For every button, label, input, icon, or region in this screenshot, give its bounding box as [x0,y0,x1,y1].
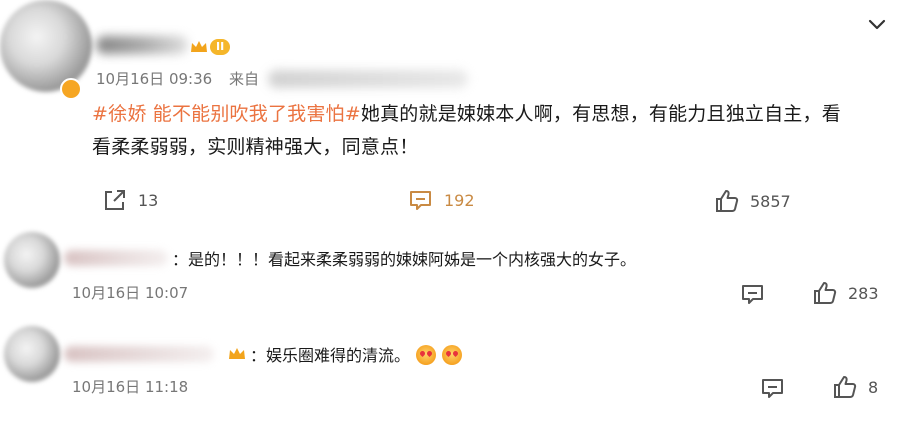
like-button[interactable]: 5857 [714,188,791,214]
avatar[interactable] [4,232,60,288]
vip-badge: II [190,38,234,56]
thumbs-up-icon [834,376,857,398]
heart-eyes-emoji-icon [416,345,437,365]
repost-count: 13 [138,190,159,210]
comment-icon [742,285,763,304]
hashtag-link[interactable]: #徐娇 能不能别吹我了我害怕# [92,103,361,125]
comment-body: 娱乐圈难得的清流。 [266,346,411,365]
comment-icon [762,379,783,398]
avatar[interactable] [0,0,92,92]
like-button[interactable]: 8 [832,374,878,400]
post-timestamp[interactable]: 10月16日 09:36 [96,70,212,88]
repost-button[interactable]: 13 [102,188,158,212]
post-content: #徐娇 能不能别吹我了我害怕#她真的就是娕娕本人啊，有思想，有能力且独立自主，看… [92,98,892,164]
comment-username[interactable] [64,346,214,362]
reply-button[interactable] [760,376,786,400]
comment-text: ：是的！！！看起来柔柔弱弱的娕娕阿姊是一个内核强大的女子。 [172,246,636,270]
comment-button[interactable]: 192 [408,188,475,212]
comment-timestamp: 10月16日 11:18 [72,378,189,396]
comment-count: 192 [444,190,475,210]
reply-button[interactable] [740,282,766,306]
comment-username[interactable] [64,250,168,266]
comment-timestamp: 10月16日 10:07 [72,284,189,302]
level-badge: II [210,39,231,55]
like-count: 5857 [750,191,791,211]
separator: ： [172,250,189,269]
comment-icon [410,191,431,210]
heart-eyes-emoji-icon [442,345,463,365]
comment-like-count: 8 [868,377,879,397]
comment-text: ：娱乐圈难得的清流。 [250,342,463,366]
share-icon [105,190,125,210]
thumbs-up-icon [814,282,837,304]
username[interactable] [96,36,188,54]
crown-icon [229,348,245,359]
separator: ： [250,346,267,365]
source-label: 来自 [228,70,259,88]
verified-badge-icon [60,78,82,100]
post-text-line1: 她真的就是娕娕本人啊，有思想，有能力且独立自主，看 [360,103,841,125]
post-text-line2: 看柔柔弱弱，实则精神强大，同意点！ [92,136,419,158]
like-button[interactable]: 283 [812,280,879,306]
chevron-down-icon[interactable] [866,14,888,36]
source-client [268,70,468,88]
avatar[interactable] [4,326,60,382]
crown-icon [191,41,207,52]
thumbs-up-icon [716,190,739,212]
comment-like-count: 283 [848,283,879,303]
comment-body: 是的！！！看起来柔柔弱弱的娕娕阿姊是一个内核强大的女子。 [188,250,637,269]
